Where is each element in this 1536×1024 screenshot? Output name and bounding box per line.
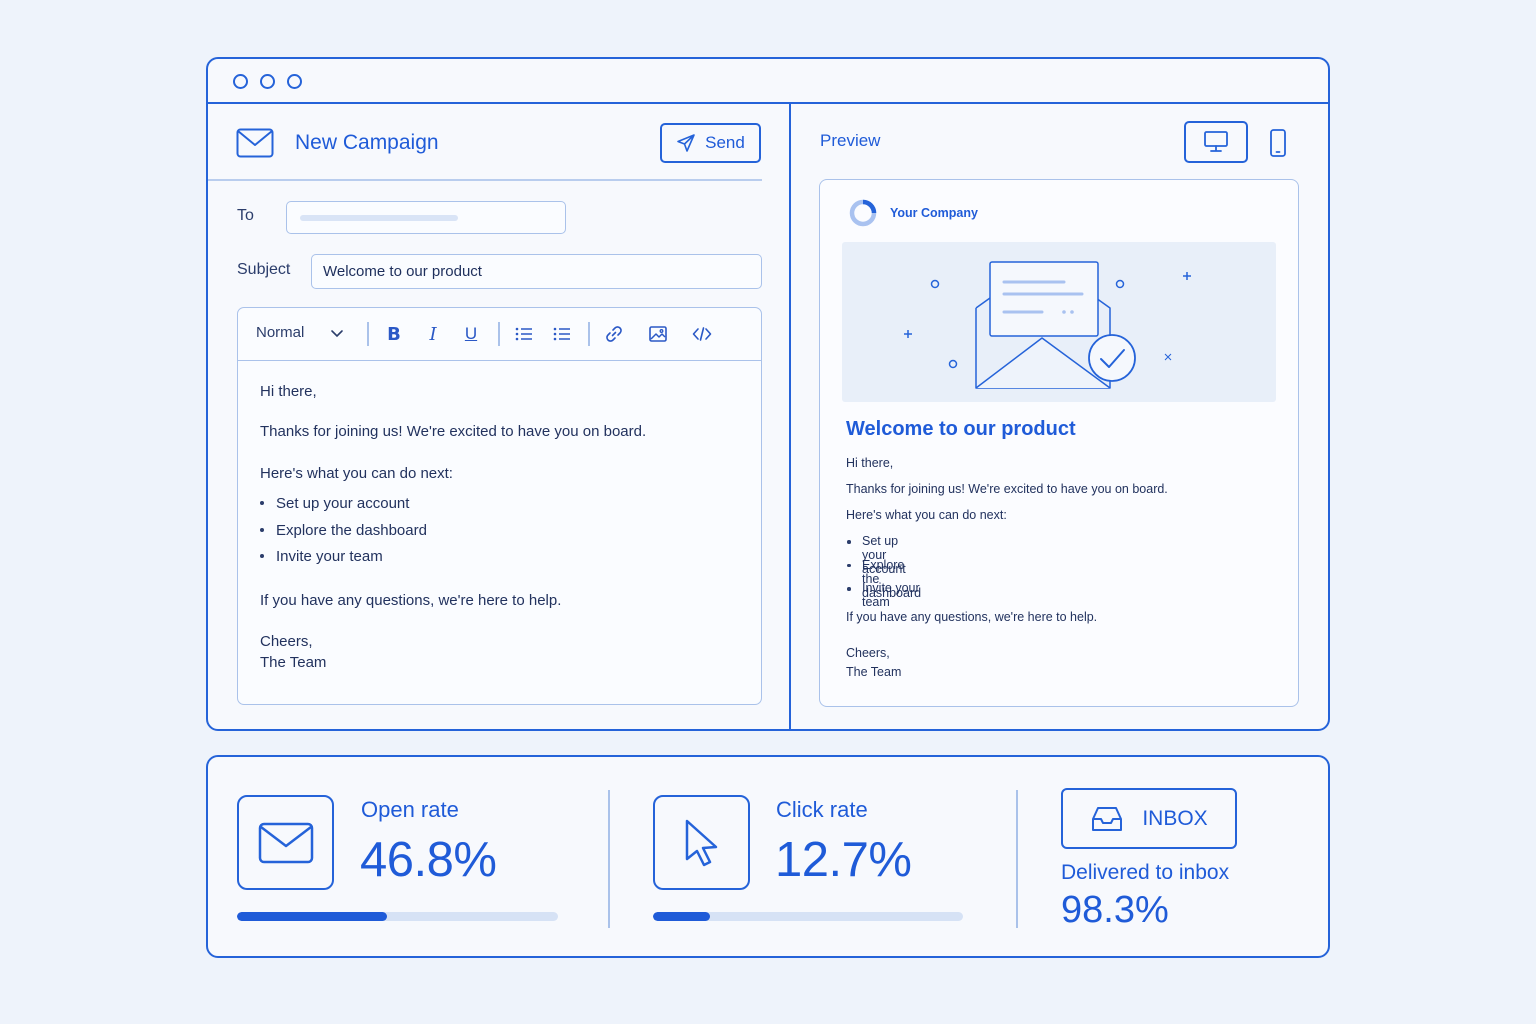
send-button[interactable]: Send xyxy=(660,123,761,163)
link-icon xyxy=(606,326,622,342)
list-item: Invite your team xyxy=(260,546,427,573)
numbered-list-button[interactable] xyxy=(550,322,574,346)
envelope-icon xyxy=(258,822,313,863)
subject-label: Subject xyxy=(237,261,291,278)
list-item: Invite your team xyxy=(846,581,921,609)
bulleted-list-button[interactable] xyxy=(512,322,536,346)
preview-greeting: Hi there, xyxy=(846,456,894,470)
preview-next-intro: Here's what you can do next: xyxy=(846,508,1007,522)
paper-plane-icon xyxy=(677,134,695,152)
envelope-check-illustration xyxy=(904,261,1191,389)
to-input-placeholder xyxy=(300,215,458,221)
body-signoff: Cheers, xyxy=(260,633,313,650)
italic-button[interactable]: I xyxy=(421,322,445,346)
inbox-badge-label: INBOX xyxy=(1142,806,1208,830)
composer-header: New Campaign Send xyxy=(208,104,762,181)
insert-link-button[interactable] xyxy=(602,322,626,346)
envelope-icon xyxy=(236,128,274,158)
preview-heading: Welcome to our product xyxy=(846,418,1076,440)
page-title: New Campaign xyxy=(295,131,439,154)
to-label: To xyxy=(237,207,254,224)
list-item: Set up your account xyxy=(260,493,427,520)
numbered-list-icon xyxy=(553,327,570,341)
underline-button[interactable]: U xyxy=(459,322,483,346)
list-item: Explore the dashboard xyxy=(846,558,921,600)
subject-input[interactable]: Welcome to our product xyxy=(311,254,762,289)
window-titlebar xyxy=(208,59,1328,104)
mobile-icon xyxy=(1270,129,1286,157)
open-rate-icon-box xyxy=(237,795,334,890)
preview-intro: Thanks for joining us! We're excited to … xyxy=(846,482,1168,496)
editor-toolbar: Normal B I U xyxy=(238,308,761,361)
toolbar-divider xyxy=(588,322,590,346)
open-rate-value: 46.8% xyxy=(360,833,497,887)
list-item: Explore the dashboard xyxy=(260,520,427,547)
cursor-icon xyxy=(685,819,717,866)
code-icon xyxy=(692,327,712,341)
bold-button[interactable]: B xyxy=(382,322,406,346)
toolbar-divider xyxy=(498,322,500,346)
delivered-label: Delivered to inbox xyxy=(1061,861,1230,884)
click-rate-progress-fill xyxy=(653,912,711,921)
preview-title: Preview xyxy=(820,131,881,150)
desktop-preview-button[interactable] xyxy=(1184,121,1248,163)
click-rate-value: 12.7% xyxy=(775,833,912,887)
open-rate-label: Open rate xyxy=(361,797,459,822)
hero-illustration xyxy=(842,242,1276,402)
send-button-label: Send xyxy=(705,133,745,152)
preview-list: Set up your account Explore the dashboar… xyxy=(846,534,921,609)
list-item: Set up your account xyxy=(846,534,921,576)
window-close-control[interactable] xyxy=(233,74,248,89)
mobile-preview-button[interactable] xyxy=(1266,127,1290,159)
to-input[interactable] xyxy=(286,201,566,234)
preview-signature: The Team xyxy=(846,665,902,679)
desktop-icon xyxy=(1204,131,1228,152)
image-icon xyxy=(649,326,667,342)
bulleted-list-icon xyxy=(515,327,532,341)
body-next-intro: Here's what you can do next: xyxy=(260,465,453,482)
email-preview-card: Your Company Welcome to our product Hi t… xyxy=(819,179,1299,707)
click-rate-icon-box xyxy=(653,795,750,890)
insert-image-button[interactable] xyxy=(646,322,670,346)
body-signature: The Team xyxy=(260,654,327,671)
text-style-select[interactable]: Normal xyxy=(256,324,304,341)
inbox-badge: INBOX xyxy=(1061,788,1237,849)
stat-divider xyxy=(1016,790,1018,928)
campaign-window: New Campaign Send To Subject Welcome to … xyxy=(206,57,1330,731)
window-minimize-control[interactable] xyxy=(260,74,275,89)
body-help: If you have any questions, we're here to… xyxy=(260,592,562,609)
click-rate-progress xyxy=(653,912,963,921)
delivered-value: 98.3% xyxy=(1061,889,1169,931)
toolbar-divider xyxy=(367,322,369,346)
company-logo-icon xyxy=(849,199,877,227)
open-rate-progress xyxy=(237,912,558,921)
open-rate-progress-fill xyxy=(237,912,388,921)
body-list: Set up your account Explore the dashboar… xyxy=(260,493,427,573)
window-maximize-control[interactable] xyxy=(287,74,302,89)
click-rate-label: Click rate xyxy=(776,797,868,822)
body-greeting: Hi there, xyxy=(260,383,317,400)
preview-signoff: Cheers, xyxy=(846,646,890,660)
body-intro: Thanks for joining us! We're excited to … xyxy=(260,423,647,440)
preview-help: If you have any questions, we're here to… xyxy=(846,610,1098,624)
code-button[interactable] xyxy=(690,322,714,346)
pane-divider xyxy=(789,104,791,729)
inbox-tray-icon xyxy=(1092,806,1123,831)
stat-divider xyxy=(608,790,610,928)
campaign-stats-panel: Open rate 46.8% Click rate 12.7% INBOX D… xyxy=(206,755,1330,958)
company-name: Your Company xyxy=(890,206,978,220)
chevron-down-icon[interactable] xyxy=(330,326,344,340)
body-editor[interactable]: Normal B I U Hi there, Thanks for joinin… xyxy=(237,307,762,705)
